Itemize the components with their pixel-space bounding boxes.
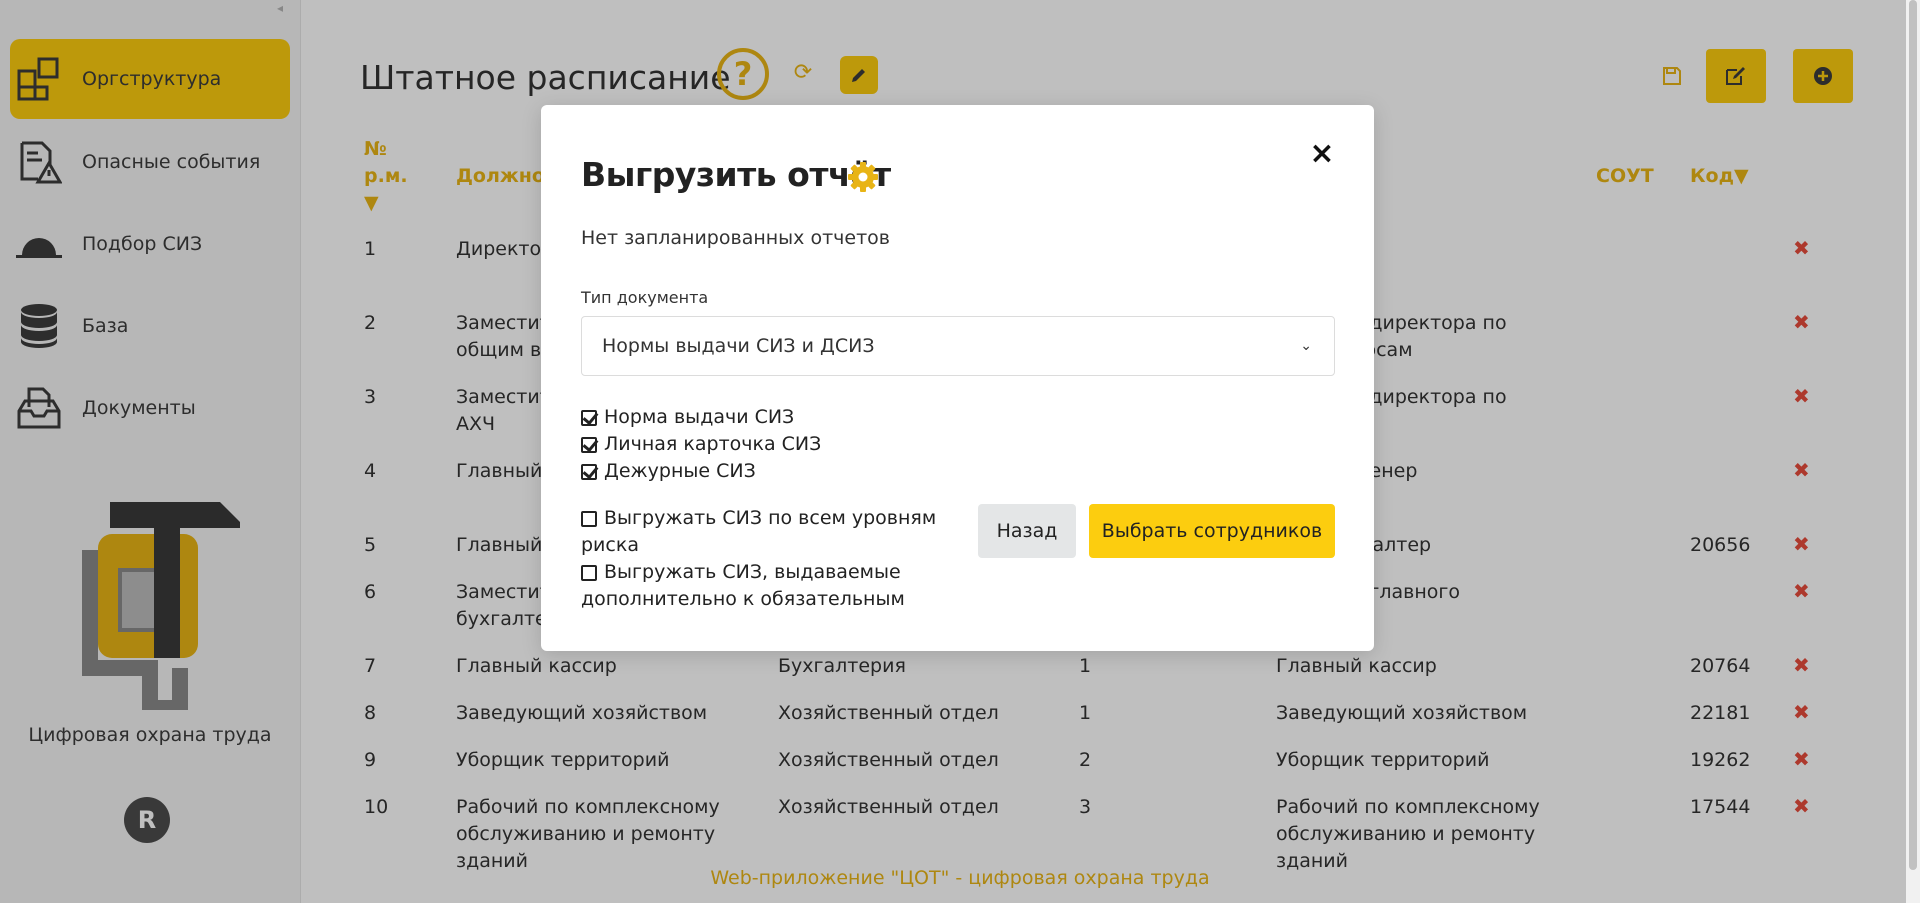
checkbox-unchecked-icon[interactable] [581, 511, 597, 527]
export-report-modal: Выгрузить отчёт × Нет запланированных от… [541, 105, 1374, 651]
checkbox-unchecked-icon[interactable] [581, 565, 597, 581]
checkbox-label-line-2: дополнительно к обязательным [581, 588, 905, 610]
checkbox-checked-icon[interactable] [581, 464, 597, 480]
scrollbar-thumb[interactable] [1909, 0, 1917, 870]
checkbox-checked-icon[interactable] [581, 410, 597, 426]
close-icon[interactable]: × [1307, 139, 1337, 169]
checkbox-label-line-2: риска [581, 534, 639, 556]
checkbox-label-line-1: Выгружать СИЗ по всем уровням [604, 507, 937, 529]
checkbox-label: Выгружать СИЗ по всем уровням риска [581, 505, 937, 559]
doc-type-label: Тип документа [581, 288, 709, 307]
checkbox-additional-ppe[interactable]: Выгружать СИЗ, выдаваемые дополнительно к… [581, 559, 961, 613]
doc-type-value: Нормы выдачи СИЗ и ДСИЗ [602, 335, 875, 357]
no-reports-text: Нет запланированных отчетов [581, 227, 890, 249]
checkbox-checked-icon[interactable] [581, 437, 597, 453]
choose-employees-button[interactable]: Выбрать сотрудников [1089, 504, 1335, 558]
back-button[interactable]: Назад [978, 504, 1076, 558]
checkbox-label-line-1: Выгружать СИЗ, выдаваемые [604, 561, 901, 583]
gear-icon[interactable] [847, 161, 879, 193]
checkbox-duty-ppe[interactable]: Дежурные СИЗ [581, 458, 756, 485]
modal-title: Выгрузить отчёт [581, 155, 891, 194]
checkbox-all-risk-levels[interactable]: Выгружать СИЗ по всем уровням риска [581, 505, 961, 559]
checkbox-label: Дежурные СИЗ [604, 460, 756, 482]
checkbox-label: Выгружать СИЗ, выдаваемые дополнительно к… [581, 559, 905, 613]
checkbox-norms[interactable]: Норма выдачи СИЗ [581, 404, 794, 431]
checkbox-personal-card[interactable]: Личная карточка СИЗ [581, 431, 821, 458]
doc-type-select[interactable]: Нормы выдачи СИЗ и ДСИЗ ⌄ [581, 316, 1335, 376]
chevron-down-icon: ⌄ [1300, 338, 1312, 354]
checkbox-label: Норма выдачи СИЗ [604, 406, 795, 428]
checkbox-label: Личная карточка СИЗ [604, 433, 822, 455]
